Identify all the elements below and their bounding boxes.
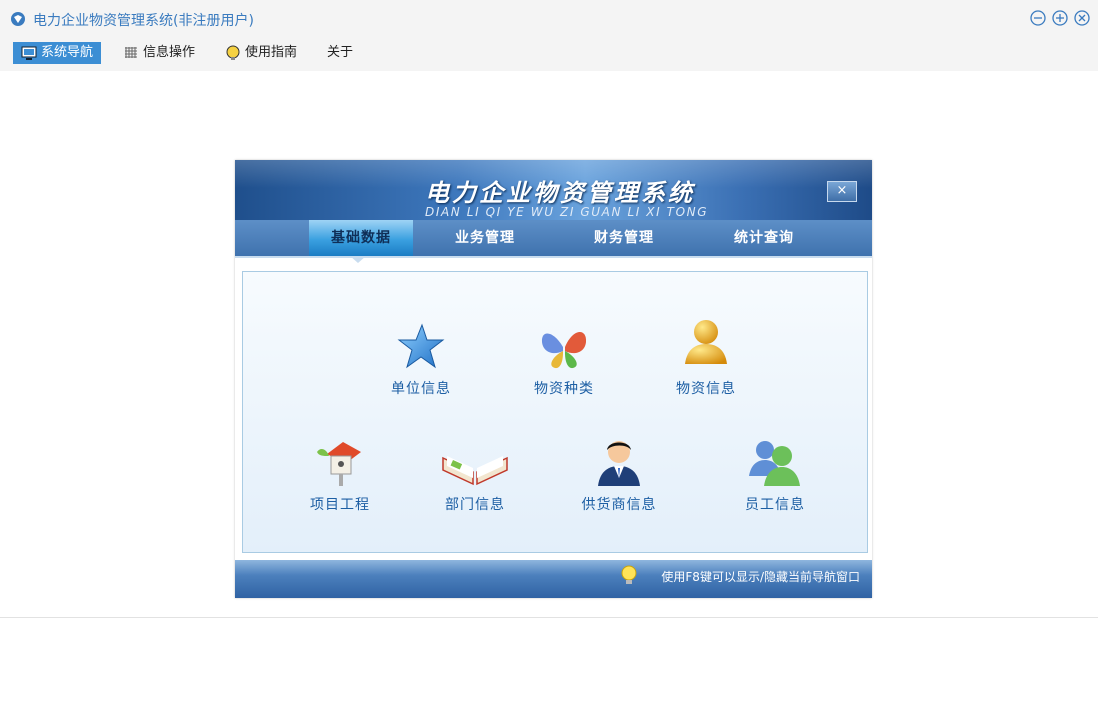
nav-item-label: 供货商信息: [581, 497, 657, 513]
menu-bar: 系统导航 信息操作 使用指南 关于: [0, 38, 1098, 71]
nav-item-label: 项目工程: [310, 497, 370, 513]
nav-item-material-category[interactable]: 物资种类: [509, 322, 619, 412]
navigator-content: 单位信息 物资种类 物资信息 项目工程 部门信息 供货商信息 员工信息: [242, 271, 868, 553]
main-window: 电力企业物资管理系统(非注册用户) 系统导航 信息操作 使用指南 关于 电力企业…: [0, 0, 1098, 618]
minimize-icon[interactable]: [1029, 9, 1047, 27]
butterfly-icon: [541, 332, 587, 369]
gold-user-icon: [685, 320, 727, 364]
nav-item-label: 物资信息: [676, 381, 736, 397]
navigator-footer: 使用F8键可以显示/隐藏当前导航窗口: [235, 560, 872, 598]
nav-item-employee[interactable]: 员工信息: [720, 436, 830, 526]
tab-finance-mgmt[interactable]: 财务管理: [572, 220, 676, 256]
nav-item-material-info[interactable]: 物资信息: [651, 318, 761, 408]
maximize-icon[interactable]: [1051, 9, 1069, 27]
menu-item-label: 关于: [327, 45, 354, 60]
nav-item-label: 单位信息: [391, 381, 451, 397]
close-icon[interactable]: [1073, 9, 1091, 27]
navigator-subtitle: DIAN LI QI YE WU ZI GUAN LI XI TONG: [425, 205, 709, 219]
lightbulb-icon: [621, 565, 637, 584]
menu-item-system-nav[interactable]: 系统导航: [13, 42, 102, 64]
menu-item-label: 信息操作: [143, 45, 196, 60]
title-bar: 电力企业物资管理系统(非注册用户): [0, 0, 1098, 38]
birdhouse-icon: [317, 442, 361, 486]
nav-item-label: 员工信息: [745, 497, 805, 513]
navigator-tabbar: 基础数据 业务管理 财务管理 统计查询: [235, 220, 872, 258]
menu-item-guide[interactable]: 使用指南: [217, 42, 305, 64]
window-title: 电力企业物资管理系统(非注册用户): [33, 13, 254, 29]
menu-item-info-ops[interactable]: 信息操作: [115, 42, 203, 64]
tab-business-mgmt[interactable]: 业务管理: [433, 220, 537, 256]
tab-basic-data[interactable]: 基础数据: [309, 220, 413, 256]
nav-item-unit-info[interactable]: 单位信息: [366, 322, 476, 412]
tab-stats-query[interactable]: 统计查询: [712, 220, 816, 256]
navigator-title: 电力企业物资管理系统: [425, 179, 695, 207]
navigator-header: 电力企业物资管理系统 DIAN LI QI YE WU ZI GUAN LI X…: [235, 160, 872, 220]
businessman-icon: [598, 441, 640, 486]
footer-hint: 使用F8键可以显示/隐藏当前导航窗口: [661, 570, 860, 584]
open-book-icon: [442, 456, 508, 486]
nav-item-label: 部门信息: [445, 497, 505, 513]
navigator-close-button[interactable]: ×: [827, 181, 857, 202]
monitor-icon: [21, 46, 37, 60]
users-icon: [749, 441, 800, 486]
grid-icon: [125, 47, 137, 58]
navigator-panel: 电力企业物资管理系统 DIAN LI QI YE WU ZI GUAN LI X…: [235, 160, 872, 598]
blue-star-icon: [397, 323, 445, 369]
nav-item-supplier[interactable]: 供货商信息: [564, 434, 674, 524]
menu-item-label: 使用指南: [245, 45, 298, 60]
nav-item-label: 物资种类: [534, 381, 594, 397]
app-icon: [11, 12, 25, 26]
nav-item-department[interactable]: 部门信息: [420, 438, 530, 528]
nav-item-project[interactable]: 项目工程: [285, 438, 395, 528]
menu-item-label: 系统导航: [41, 45, 94, 60]
lightbulb-icon: [226, 45, 240, 60]
menu-item-about[interactable]: 关于: [319, 42, 361, 64]
active-tab-caret: [350, 256, 366, 263]
